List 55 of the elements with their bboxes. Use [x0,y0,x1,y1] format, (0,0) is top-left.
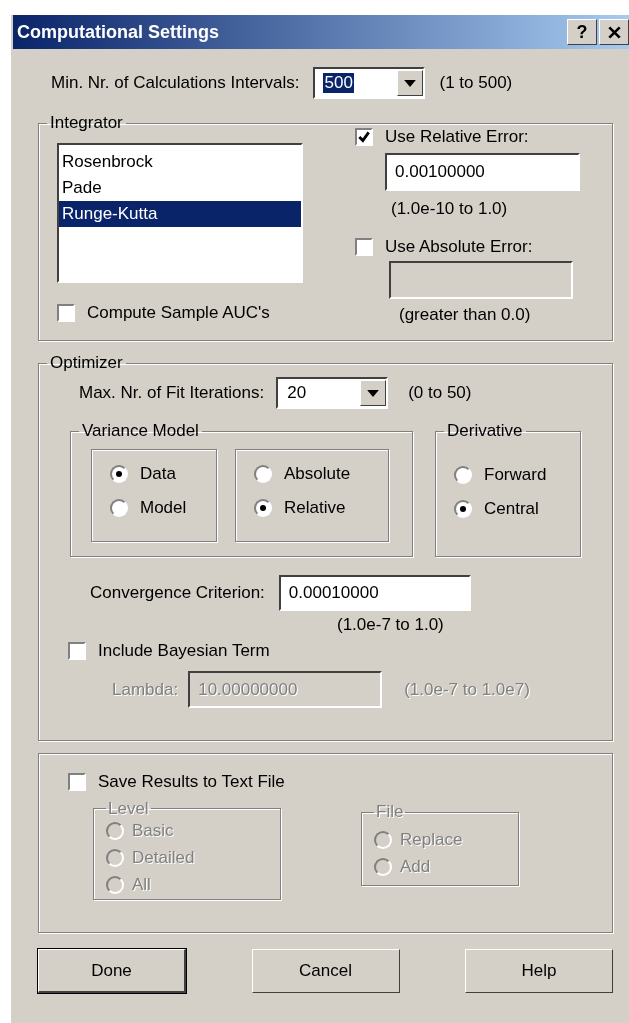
convergence-range: (1.0e-7 to 1.0) [337,615,445,635]
group-title: Level [107,800,150,817]
checkbox[interactable] [355,128,373,146]
group-title: File [375,802,405,822]
list-item[interactable]: Pade [59,175,301,201]
radio-option[interactable]: Forward [454,465,580,485]
convergence-label: Convergence Criterion: [90,583,265,603]
radio-button[interactable] [254,465,272,483]
radio-button[interactable] [254,499,272,517]
intervals-label: Min. Nr. of Calculations Intervals: [51,73,300,93]
radio-option[interactable]: Central [454,499,580,519]
lambda-label: Lambda: [112,679,179,700]
caret-icon [404,79,417,87]
group-title: Optimizer [49,353,124,373]
help-button[interactable]: ? [567,19,597,45]
dropdown-button[interactable] [397,70,424,96]
radio-option[interactable]: Data [110,464,216,484]
relative-error-range: (1.0e-10 to 1.0) [391,199,509,219]
radio-button[interactable] [110,465,128,483]
dialog-button[interactable]: Done [38,949,186,993]
radio-button[interactable] [454,500,472,518]
radio-button[interactable] [110,499,128,517]
radio-option[interactable]: Absolute [254,464,388,484]
group-title: Derivative [446,421,524,441]
dialog-button[interactable]: Help [465,949,613,993]
window-title: Computational Settings [17,21,219,43]
checkbox[interactable] [68,773,86,791]
iterations-label: Max. Nr. of Fit Iterations: [79,383,265,403]
checkbox-option[interactable]: Save Results to Text File [68,772,612,792]
iterations-range: (0 to 50) [408,383,472,403]
radio-button[interactable] [454,466,472,484]
checkbox-option[interactable]: Compute Sample AUC's [57,303,337,323]
convergence-field[interactable]: 0.00010000 [278,575,471,611]
caret-icon [367,389,380,397]
radio-option[interactable]: Relative [254,498,388,518]
checkbox-option[interactable]: Use Relative Error: [355,127,580,147]
dialog-button[interactable]: Cancel [251,949,400,993]
group-title: Integrator [49,113,124,133]
lambda-range: (1.0e-7 to 1.0e7) [404,679,530,700]
intervals-range: (1 to 500) [439,73,513,93]
close-icon [607,25,621,39]
list-item[interactable]: Rosenbrock [59,149,301,175]
checkbox[interactable] [57,304,75,322]
dropdown-button[interactable] [360,380,387,406]
list-item[interactable]: Runge-Kutta [59,201,301,227]
intervals-dropdown[interactable]: 500 [313,67,426,99]
radio-option[interactable]: Model [110,498,216,518]
checkbox[interactable] [68,642,86,660]
checkbox-option[interactable]: Include Bayesian Term [68,641,612,661]
relative-error-field[interactable]: 0.00100000 [385,153,580,191]
absolute-error-range: (greater than 0.0) [399,305,532,325]
group-title: Variance Model [81,421,200,441]
close-button[interactable] [599,19,629,45]
integrator-list[interactable]: Rosenbrock Pade Runge-Kutta [57,143,303,283]
iterations-dropdown[interactable]: 20 [276,377,389,409]
